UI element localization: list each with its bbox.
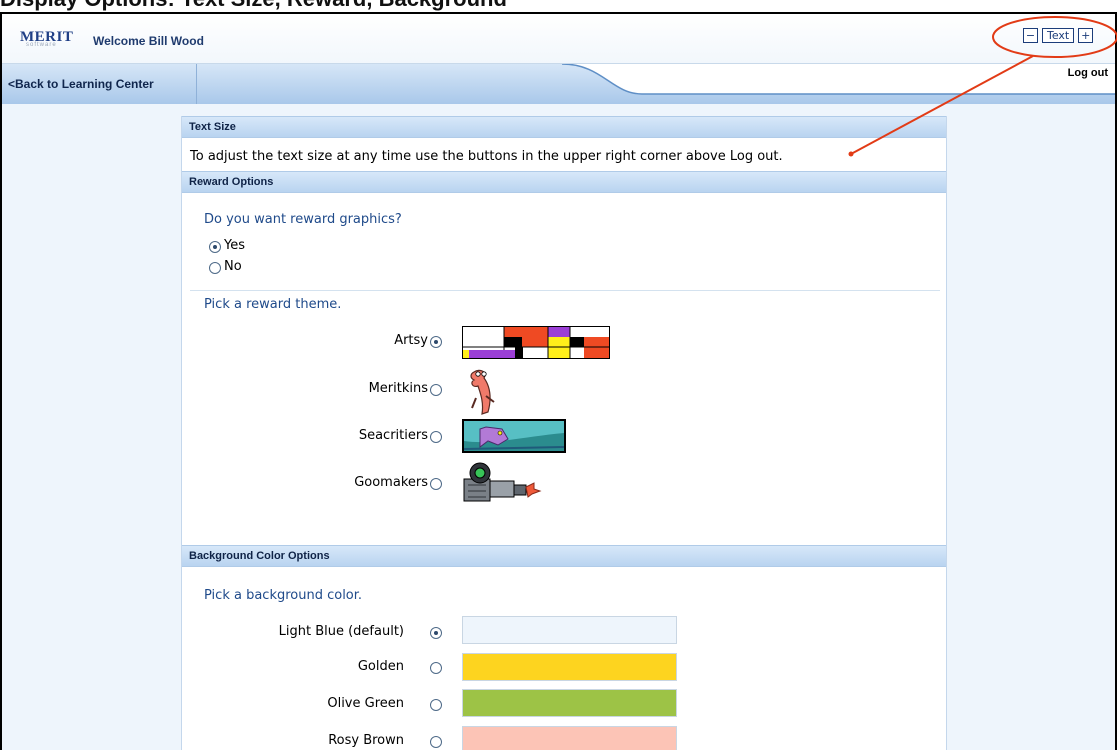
merit-logo: MERIT software <box>20 26 73 48</box>
color-golden-label: Golden <box>357 659 404 674</box>
logout-link[interactable]: Log out <box>1068 67 1108 79</box>
cropped-title: Display Options: Text Size, Reward, Back… <box>0 0 507 12</box>
reward-divider <box>190 290 940 291</box>
reward-graphics-question: Do you want reward graphics? <box>204 212 402 227</box>
theme-seacritiers-radio[interactable] <box>430 431 442 443</box>
color-lightblue-swatch <box>462 616 677 644</box>
artsy-theme-image <box>462 326 610 359</box>
welcome-message: Welcome Bill Wood <box>93 34 204 48</box>
reward-yes-label: Yes <box>224 238 245 253</box>
back-to-learning-center-link[interactable]: <Back to Learning Center <box>2 64 197 104</box>
color-rosybrown-label: Rosy Brown <box>328 733 404 748</box>
color-rosybrown-swatch <box>462 726 677 750</box>
theme-goomakers-radio[interactable] <box>430 478 442 490</box>
background-options-header: Background Color Options <box>182 545 946 567</box>
color-lightblue-label: Light Blue (default) <box>278 624 404 639</box>
text-size-instruction: To adjust the text size at any time use … <box>190 149 783 164</box>
color-olivegreen-label: Olive Green <box>327 696 404 711</box>
seacritiers-theme-image <box>462 419 566 453</box>
color-olivegreen-radio[interactable] <box>430 699 442 711</box>
color-rosybrown-radio[interactable] <box>430 736 442 748</box>
app-header: MERIT software Welcome Bill Wood − Text … <box>2 14 1115 64</box>
color-golden-swatch <box>462 653 677 681</box>
theme-artsy-label: Artsy <box>394 333 428 348</box>
color-olivegreen-swatch <box>462 689 677 717</box>
brand-subtitle: software <box>26 42 57 48</box>
color-golden-radio[interactable] <box>430 662 442 674</box>
nav-bar: <Back to Learning Center Log out <box>2 64 1115 104</box>
increase-text-button[interactable]: + <box>1078 28 1094 43</box>
theme-goomakers-label: Goomakers <box>354 475 428 490</box>
back-link-label: <Back to Learning Center <box>8 77 154 91</box>
settings-panel: Text Size To adjust the text size at any… <box>181 116 947 750</box>
decrease-text-button[interactable]: − <box>1023 28 1038 43</box>
theme-meritkins-radio[interactable] <box>430 384 442 396</box>
theme-seacritiers-label: Seacritiers <box>358 428 428 443</box>
text-size-header: Text Size <box>182 116 946 138</box>
reward-yes-radio[interactable] <box>209 241 221 253</box>
background-color-prompt: Pick a background color. <box>204 588 363 603</box>
color-lightblue-radio[interactable] <box>430 627 442 639</box>
theme-artsy-radio[interactable] <box>430 336 442 348</box>
reward-no-radio[interactable] <box>209 262 221 274</box>
text-size-controls: − Text + <box>1023 28 1094 43</box>
theme-meritkins-label: Meritkins <box>368 381 428 396</box>
reward-no-label: No <box>224 259 242 274</box>
reward-options-header: Reward Options <box>182 171 946 193</box>
text-size-label-button[interactable]: Text <box>1042 28 1075 43</box>
reward-theme-prompt: Pick a reward theme. <box>204 297 342 312</box>
goomakers-theme-image <box>463 462 542 502</box>
meritkins-theme-image <box>470 369 495 415</box>
